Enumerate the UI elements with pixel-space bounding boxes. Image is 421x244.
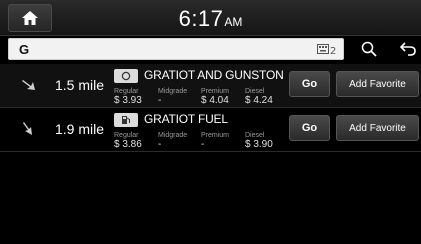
grade-label: Premium xyxy=(201,132,230,139)
add-favorite-button[interactable]: Add Favorite xyxy=(336,115,419,141)
result-distance: 1.5 mile xyxy=(55,77,105,93)
clock-ampm: AM xyxy=(224,15,243,29)
go-button[interactable]: Go xyxy=(289,115,330,141)
grade-price: - xyxy=(201,139,205,150)
search-input[interactable]: G 2 xyxy=(8,38,344,60)
search-input-value: G xyxy=(19,42,30,57)
keyboard-icon[interactable]: 2 xyxy=(317,42,337,56)
grade-label: Regular xyxy=(114,132,139,139)
grade-label: Diesel xyxy=(245,88,265,95)
grade-label: Premium xyxy=(201,88,230,95)
grade-label: Regular xyxy=(114,88,139,95)
fuel-pump-icon xyxy=(114,113,138,127)
search-button[interactable] xyxy=(352,38,386,60)
direction-arrow-icon xyxy=(23,122,32,135)
grade-label: Midgrade xyxy=(158,132,188,139)
svg-text:2: 2 xyxy=(330,46,336,56)
result-name: GRATIOT FUEL xyxy=(144,112,228,126)
grade-price: - xyxy=(158,139,162,150)
gas-station-icon xyxy=(114,69,138,83)
grade-label: Diesel xyxy=(245,132,265,139)
grade-price: $ 4.24 xyxy=(245,95,273,106)
grade-price: $ 3.90 xyxy=(245,139,273,150)
result-distance: 1.9 mile xyxy=(55,121,105,137)
result-name: GRATIOT AND GUNSTON BI xyxy=(144,68,284,82)
clock: 6:17AM xyxy=(0,6,421,32)
results-list: 1.5 mile GRATIOT AND GUNSTON BI Regular … xyxy=(0,64,421,152)
back-icon xyxy=(399,42,416,56)
go-button[interactable]: Go xyxy=(289,71,330,97)
result-row[interactable]: 1.5 mile GRATIOT AND GUNSTON BI Regular … xyxy=(0,64,421,108)
grade-price: - xyxy=(158,95,162,106)
clock-time: 6:17 xyxy=(178,6,224,31)
grade-label: Midgrade xyxy=(158,88,188,95)
back-button[interactable] xyxy=(394,38,421,60)
add-favorite-button[interactable]: Add Favorite xyxy=(336,71,419,97)
grade-price: $ 4.04 xyxy=(201,95,229,106)
search-bar: G 2 xyxy=(8,37,421,61)
search-icon xyxy=(361,41,377,57)
result-row[interactable]: 1.9 mile GRATIOT FUEL Regular $ 3.86 Mid… xyxy=(0,108,421,152)
top-bar: 6:17AM xyxy=(0,0,421,36)
direction-arrow-icon xyxy=(22,80,35,90)
grade-price: $ 3.86 xyxy=(114,139,142,150)
grade-price: $ 3.93 xyxy=(114,95,142,106)
